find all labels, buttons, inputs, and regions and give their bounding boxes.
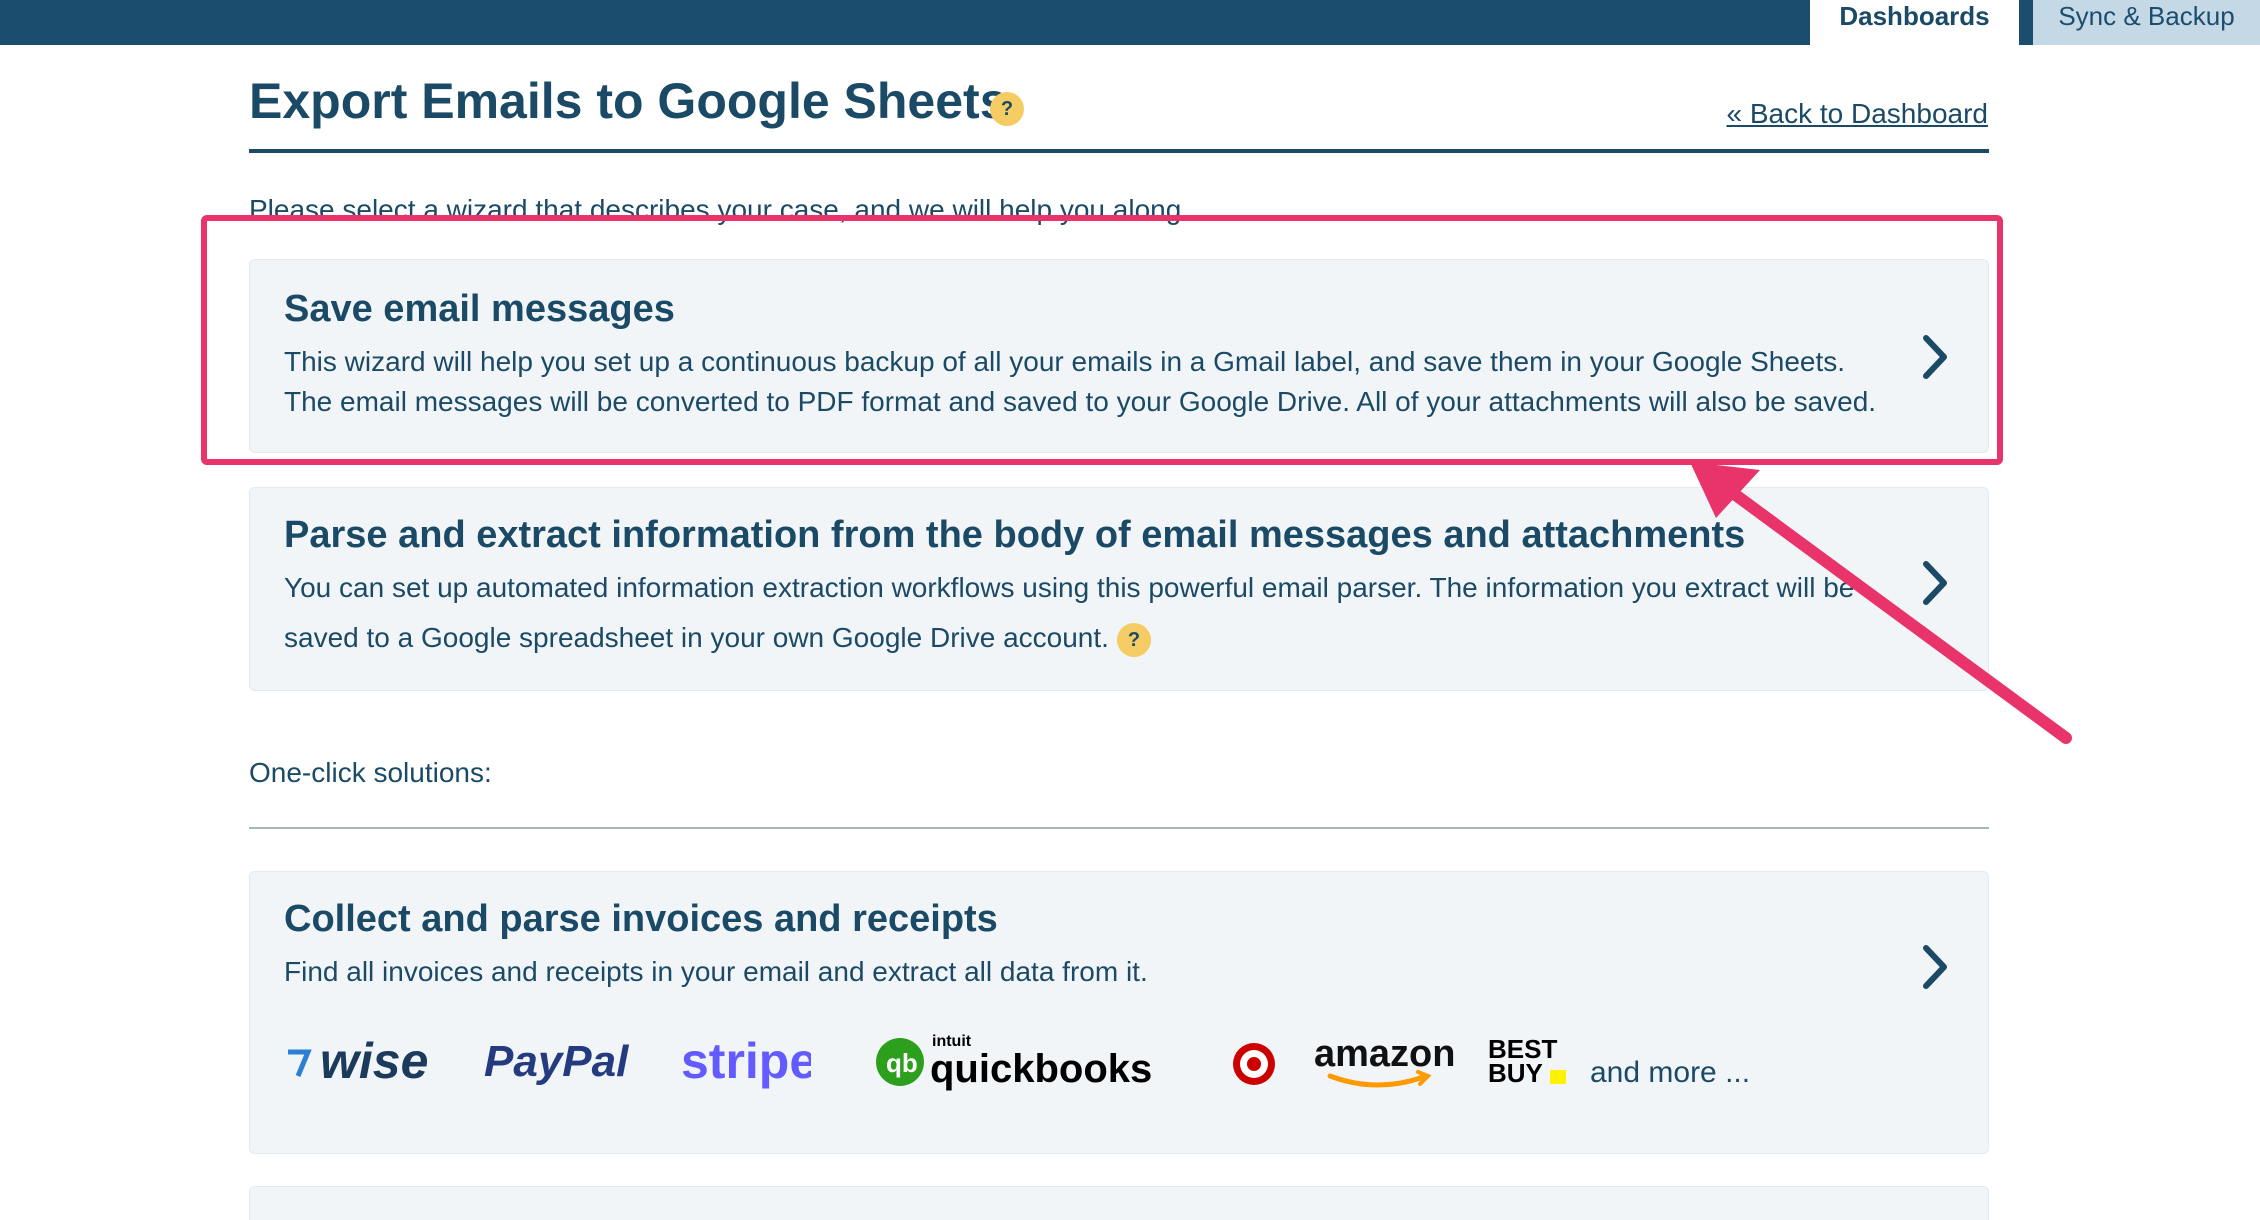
chevron-right-icon[interactable] (1920, 558, 1950, 608)
wizard-description-text: saved to a Google spreadsheet in your ow… (284, 622, 1109, 653)
logo-text-buy: BUY (1488, 1058, 1543, 1088)
logo-text-paypal: PayPal (484, 1037, 629, 1086)
wizard-description: You can set up automated information ext… (284, 568, 1884, 668)
logo-text-quickbooks: quickbooks (930, 1047, 1152, 1091)
logo-text-stripe: stripe (681, 1033, 811, 1089)
target-logo (1233, 1043, 1275, 1085)
title-divider (249, 149, 1989, 153)
wizard-description-line: saved to a Google spreadsheet in your ow… (284, 608, 1884, 668)
wise-logo: wise (288, 1033, 428, 1089)
page-title: Export Emails to Google Sheets (249, 73, 1008, 129)
partner-logos: wise PayPal stripe qb intuit quickbooks … (284, 1022, 1884, 1102)
one-click-heading: One-click solutions: (249, 757, 492, 788)
svg-text:qb: qb (886, 1048, 918, 1078)
wizard-card-parse-extract[interactable]: Parse and extract information from the b… (249, 487, 1989, 691)
quickbooks-logo: qb intuit quickbooks (876, 1033, 1152, 1091)
paypal-logo: PayPal (484, 1037, 629, 1086)
solution-card-next[interactable] (249, 1186, 1989, 1220)
tab-dashboards[interactable]: Dashboards (1810, 0, 2019, 45)
solution-title: Collect and parse invoices and receipts (284, 898, 998, 940)
help-icon[interactable]: ? (1116, 622, 1151, 657)
one-click-divider (249, 827, 1989, 829)
bestbuy-logo: BEST BUY (1488, 1034, 1566, 1088)
solution-description: Find all invoices and receipts in your e… (284, 956, 1148, 987)
logo-text-wise: wise (320, 1033, 428, 1089)
wizard-description-line: You can set up automated information ext… (284, 572, 1855, 603)
amazon-logo: amazon (1314, 1033, 1454, 1088)
back-to-dashboard-link[interactable]: « Back to Dashboard (1727, 98, 1989, 130)
help-icon[interactable]: ? (990, 92, 1024, 126)
highlight-box (201, 215, 2003, 465)
tab-sync-backup[interactable]: Sync & Backup (2033, 0, 2260, 45)
stripe-logo: stripe (681, 1033, 811, 1089)
solution-card-invoices[interactable]: Collect and parse invoices and receipts … (249, 871, 1989, 1154)
chevron-right-icon[interactable] (1920, 942, 1950, 992)
logo-text-amazon: amazon (1314, 1033, 1454, 1075)
and-more-label: and more ... (1590, 1056, 1751, 1089)
wizard-title: Parse and extract information from the b… (284, 514, 1746, 556)
